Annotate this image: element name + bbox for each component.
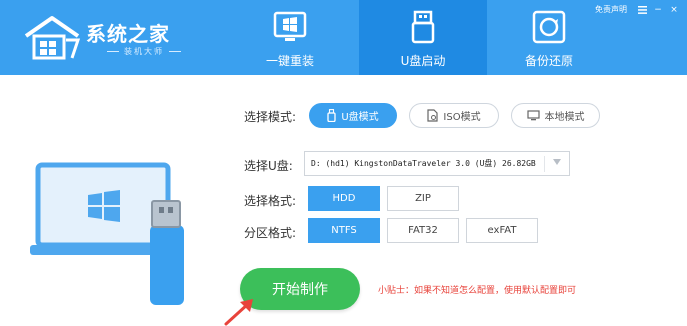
- close-icon[interactable]: ×: [669, 5, 679, 15]
- start-make-button[interactable]: 开始制作: [240, 268, 360, 310]
- local-mode-label: 本地模式: [544, 112, 585, 123]
- usb-mode-label: U盘模式: [341, 112, 379, 123]
- tab-backup-restore[interactable]: 备份还原: [485, 0, 613, 75]
- usb-icon: [327, 109, 336, 122]
- iso-mode-label: ISO模式: [443, 112, 481, 123]
- tab-label: U盘启动: [400, 54, 446, 68]
- tab-label: 备份还原: [524, 54, 573, 68]
- format-label: 选择格式:: [244, 194, 297, 208]
- app-header: 系统之家 装机大师 一键重装 U盘启动 备份还原 免责声明 − ×: [0, 0, 687, 75]
- format-hdd-button[interactable]: HDD: [308, 186, 380, 211]
- iso-file-icon: [427, 109, 439, 122]
- tab-label: 一键重装: [265, 54, 314, 68]
- menu-icon[interactable]: [637, 5, 647, 15]
- local-mode-button[interactable]: 本地模式: [511, 103, 600, 128]
- window-tools: 免责声明 − ×: [595, 4, 679, 15]
- format-zip-button[interactable]: ZIP: [387, 186, 459, 211]
- tip-text: 小贴士：如果不知道怎么配置，使用默认配置即可: [378, 286, 577, 296]
- app-logo: 系统之家 装机大师: [22, 14, 232, 62]
- minimize-icon[interactable]: −: [653, 5, 663, 15]
- usb-drive-icon: [411, 10, 435, 44]
- laptop-usb-illustration: [30, 162, 184, 305]
- iso-mode-button[interactable]: ISO模式: [409, 103, 499, 128]
- partition-fat32-button[interactable]: FAT32: [387, 218, 459, 243]
- usb-mode-button[interactable]: U盘模式: [309, 103, 397, 128]
- usb-drive-value: D: (hd1) KingstonDataTraveler 3.0 (U盘) 2…: [311, 159, 536, 168]
- backup-restore-icon: [532, 10, 566, 44]
- monitor-icon: [526, 110, 540, 121]
- partition-ntfs-button[interactable]: NTFS: [308, 218, 380, 243]
- windows-monitor-icon: [273, 11, 307, 41]
- house-logo-icon: [24, 16, 81, 60]
- disclaimer-link[interactable]: 免责声明: [595, 4, 627, 15]
- app-title: 系统之家: [86, 22, 170, 46]
- usb-drive-select[interactable]: D: (hd1) KingstonDataTraveler 3.0 (U盘) 2…: [304, 151, 570, 176]
- select-divider: [544, 156, 545, 172]
- partition-label: 分区格式:: [244, 226, 297, 240]
- partition-exfat-button[interactable]: exFAT: [466, 218, 538, 243]
- drive-label: 选择U盘:: [244, 159, 293, 173]
- mode-label: 选择模式:: [244, 110, 297, 124]
- app-subtitle: 装机大师: [102, 46, 186, 57]
- tab-one-click-reinstall[interactable]: 一键重装: [226, 0, 354, 75]
- tab-usb-boot[interactable]: U盘启动: [359, 0, 487, 75]
- chevron-down-icon: [553, 159, 561, 165]
- red-arrow-icon: [224, 299, 253, 326]
